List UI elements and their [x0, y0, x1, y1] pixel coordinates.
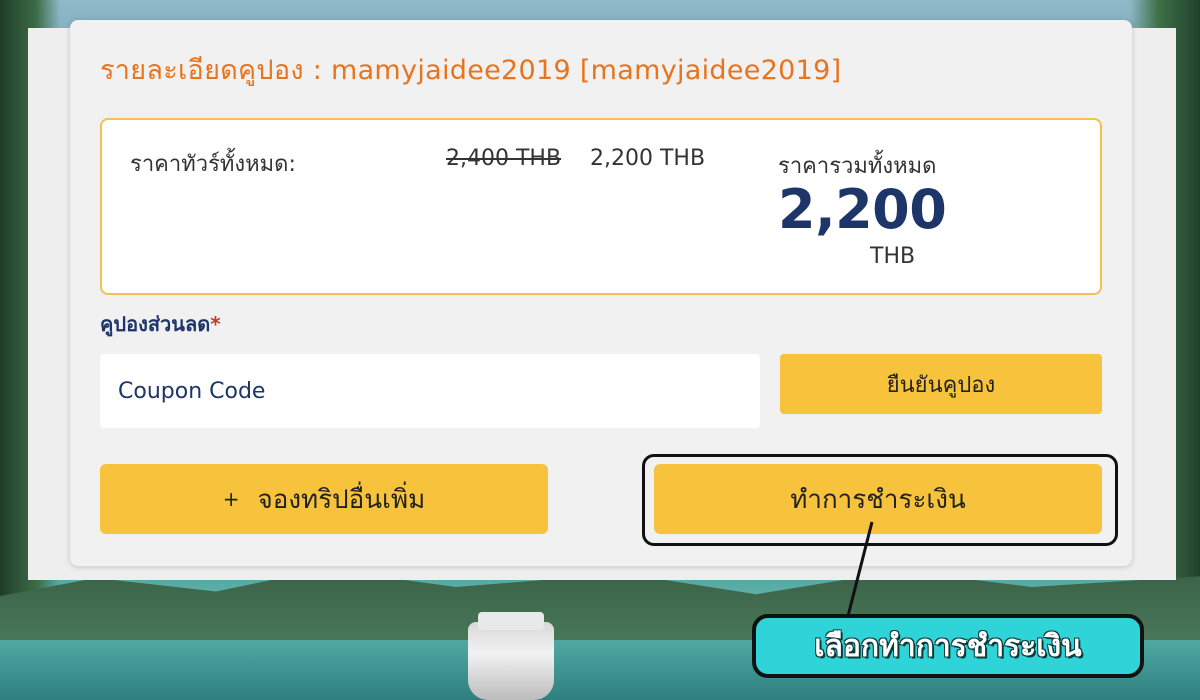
- plus-icon: +: [222, 487, 240, 511]
- total-price-currency: THB: [870, 244, 916, 269]
- coupon-field-label: คูปองส่วนลด*: [100, 308, 221, 340]
- discounted-price: 2,200 THB: [590, 146, 706, 171]
- coupon-code-input[interactable]: [100, 354, 760, 428]
- instruction-callout: เลือกทำการชำระเงิน: [752, 614, 1144, 678]
- instruction-callout-text: เลือกทำการชำระเงิน: [814, 628, 1082, 664]
- tour-price-label: ราคาทัวร์ทั้งหมด:: [130, 152, 296, 177]
- add-another-trip-button[interactable]: + จองทริปอื่นเพิ่ม: [100, 464, 548, 534]
- boat-image: [468, 612, 554, 700]
- coupon-detail-title: รายละเอียดคูปอง : mamyjaidee2019 [mamyja…: [100, 55, 842, 86]
- price-summary-box: ราคาทัวร์ทั้งหมด: 2,400 THB 2,200 THB รา…: [100, 118, 1102, 295]
- confirm-coupon-button[interactable]: ยืนยันคูปอง: [780, 354, 1102, 414]
- coupon-label-text: คูปองส่วนลด: [100, 312, 211, 336]
- total-price-value: 2,200: [778, 178, 947, 241]
- required-mark: *: [210, 312, 221, 336]
- add-another-trip-label: จองทริปอื่นเพิ่ม: [257, 484, 426, 515]
- highlight-frame: [642, 454, 1118, 546]
- original-price: 2,400 THB: [446, 146, 562, 171]
